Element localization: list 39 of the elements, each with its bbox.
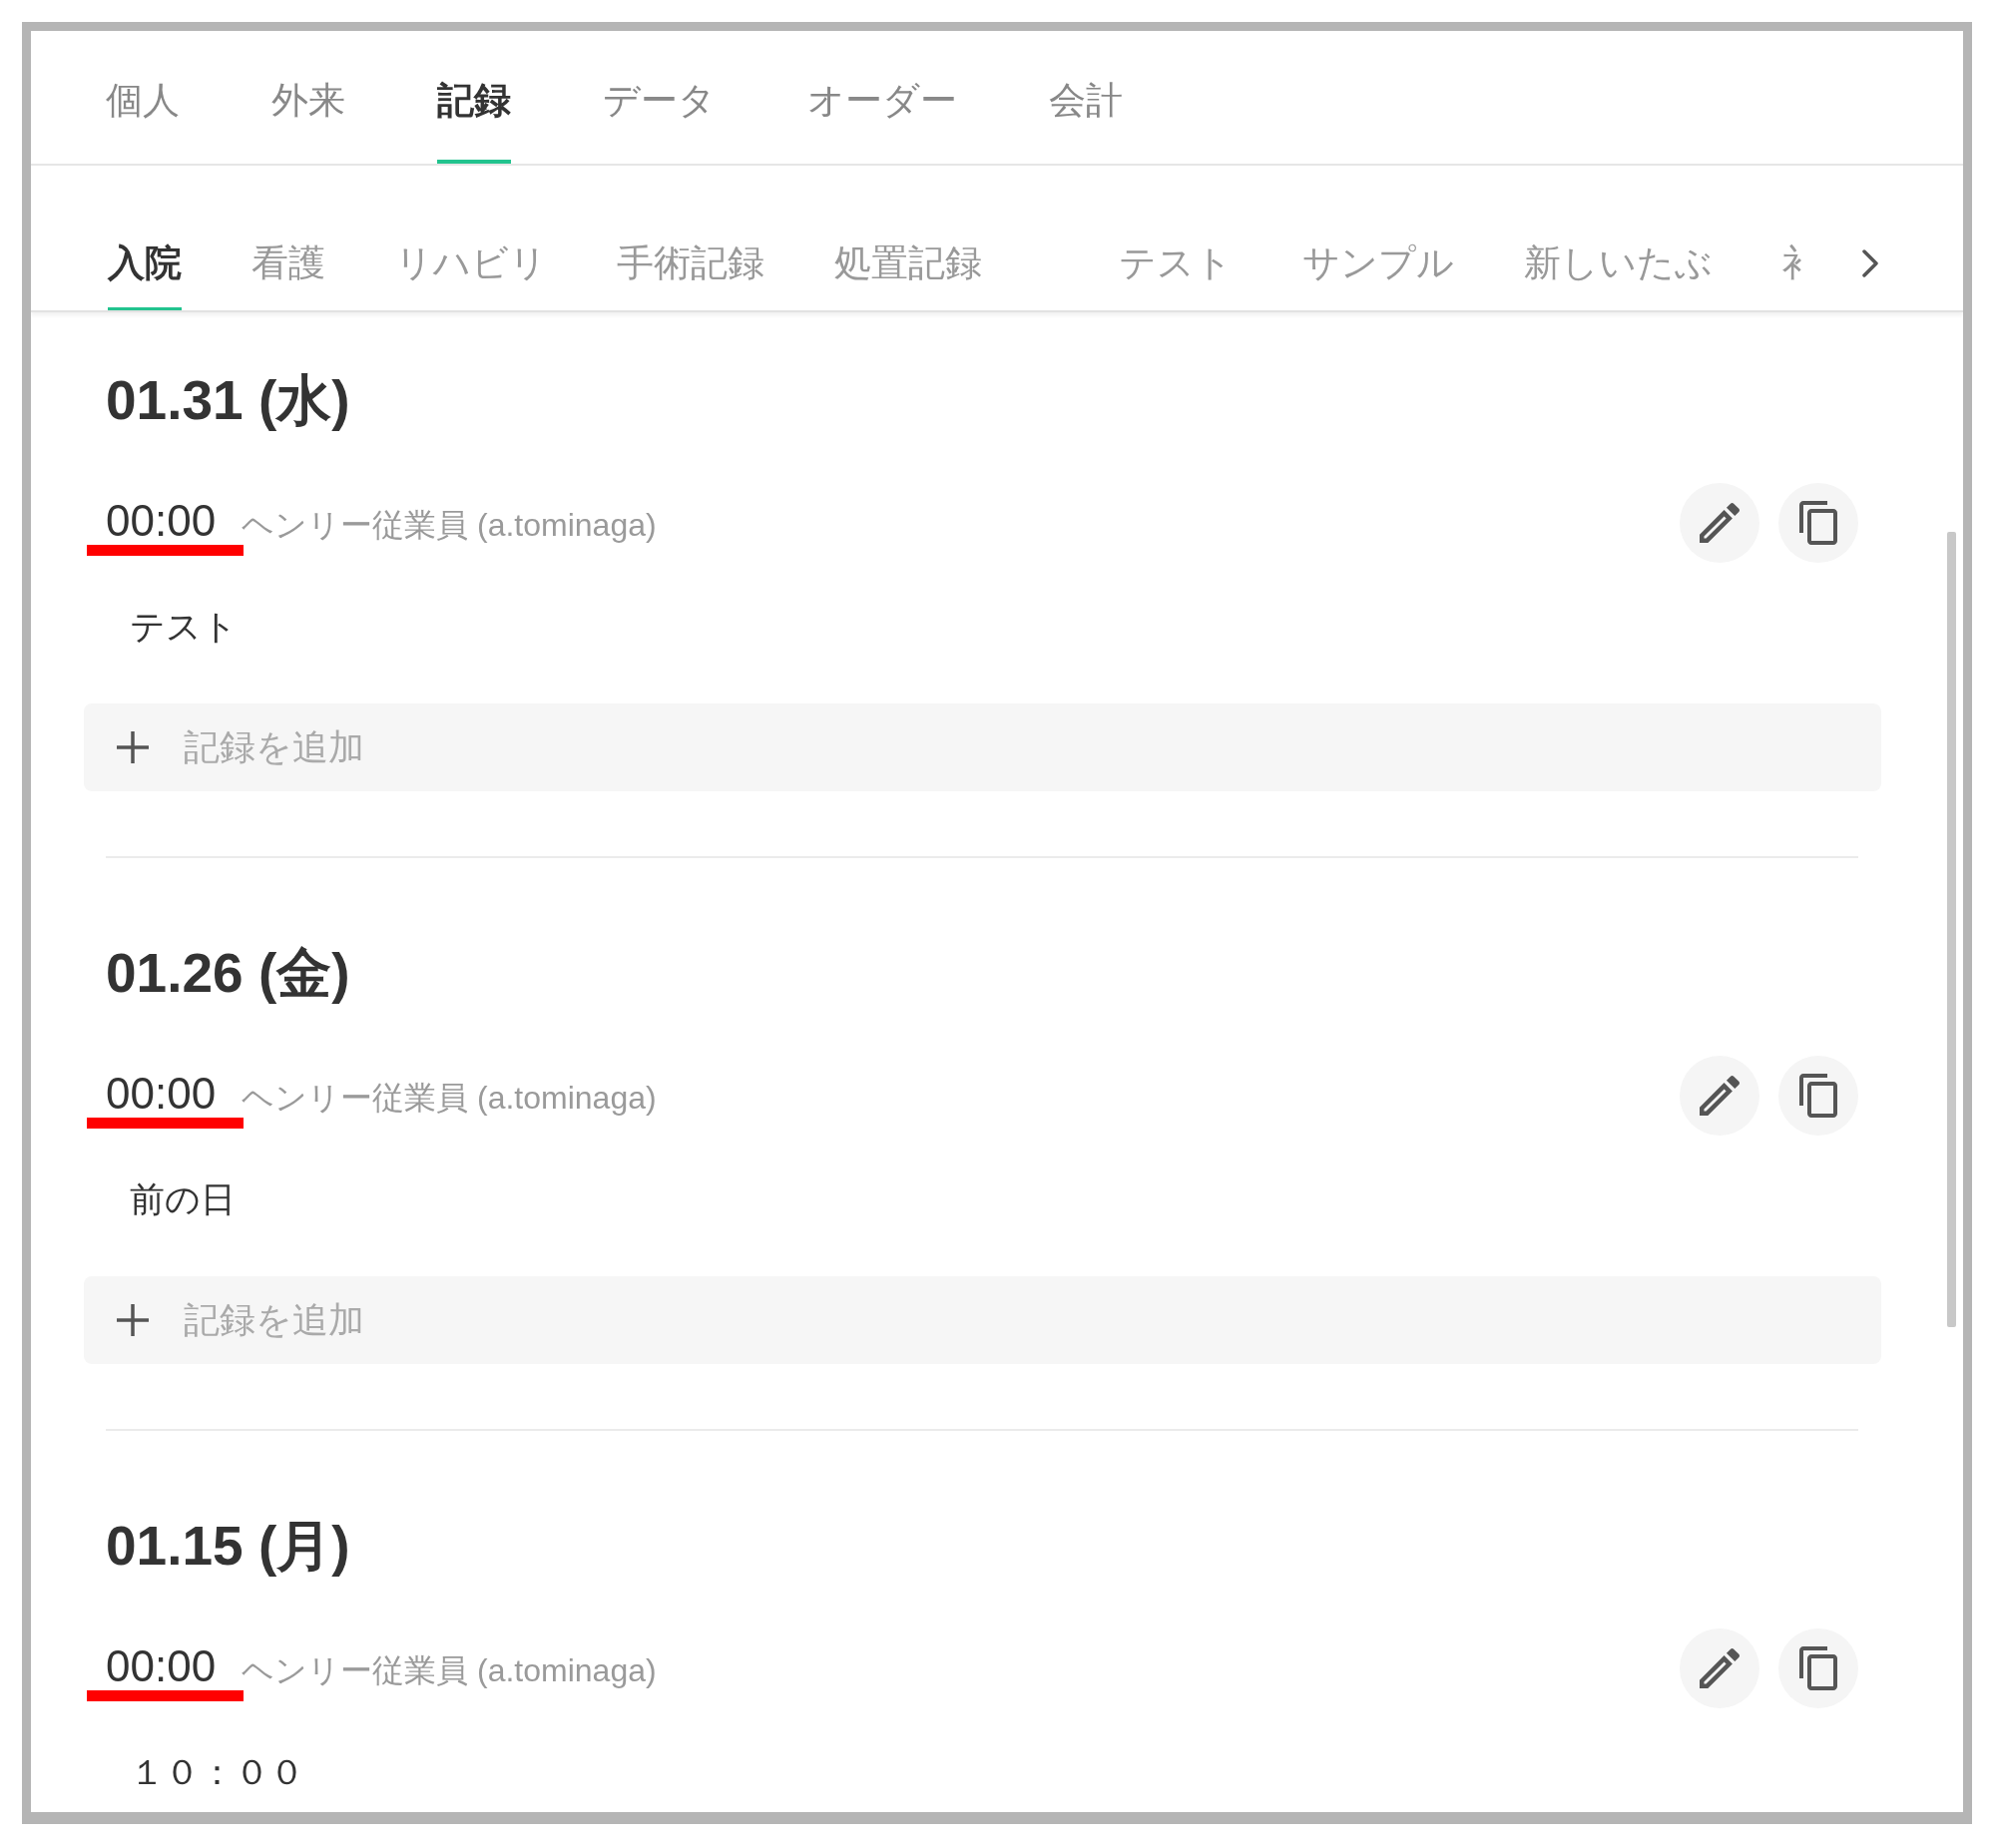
tab[interactable]: 看護 bbox=[251, 241, 325, 310]
tab[interactable]: 会計 bbox=[1049, 42, 1123, 164]
record-text: １０：００ bbox=[130, 1751, 304, 1793]
copy-icon bbox=[1799, 1646, 1837, 1690]
tab[interactable]: データ bbox=[603, 42, 716, 164]
tab[interactable]: 手術記録 bbox=[617, 241, 764, 310]
tab[interactable]: オーダー bbox=[807, 42, 957, 164]
date-heading: 01.31 (水) bbox=[106, 370, 350, 430]
record-time: 00:00 bbox=[106, 497, 217, 545]
date-heading: 01.15 (月) bbox=[106, 1516, 350, 1576]
add-record-button[interactable]: 記録を追加 bbox=[84, 1276, 1881, 1364]
tab[interactable]: 外来 bbox=[271, 42, 345, 164]
record-author: ヘンリー従業員 (a.tominaga) bbox=[242, 1651, 657, 1690]
chevron-right-icon bbox=[1861, 248, 1879, 278]
tab[interactable]: 記録 bbox=[437, 42, 511, 164]
record-time: 00:00 bbox=[106, 1070, 217, 1118]
pencil-icon bbox=[1700, 1648, 1740, 1688]
record-text: 前の日 bbox=[130, 1178, 236, 1220]
tab[interactable]: サンプル bbox=[1302, 241, 1454, 310]
tab[interactable]: 衤 bbox=[1782, 241, 1819, 310]
record-text: テスト bbox=[130, 606, 238, 648]
record-author: ヘンリー従業員 (a.tominaga) bbox=[242, 1079, 657, 1118]
tab[interactable]: 個人 bbox=[106, 42, 180, 164]
tab[interactable]: 処置記録 bbox=[834, 241, 982, 310]
pencil-icon bbox=[1700, 503, 1740, 543]
tab[interactable]: テスト bbox=[1119, 241, 1233, 310]
tab[interactable]: 入院 bbox=[108, 241, 182, 310]
tab[interactable]: 新しいたぶ bbox=[1524, 241, 1713, 310]
copy-icon bbox=[1799, 1074, 1837, 1118]
record-time: 00:00 bbox=[106, 1642, 217, 1690]
scrollbar-thumb[interactable] bbox=[1947, 532, 1956, 1327]
pencil-icon bbox=[1700, 1076, 1740, 1116]
record-author: ヘンリー従業員 (a.tominaga) bbox=[242, 506, 657, 545]
plus-icon bbox=[117, 1304, 149, 1336]
plus-icon bbox=[117, 731, 149, 763]
tab[interactable]: リハビリ bbox=[395, 241, 547, 310]
date-heading: 01.26 (金) bbox=[106, 943, 350, 1003]
copy-icon bbox=[1799, 501, 1837, 545]
add-record-button[interactable]: 記録を追加 bbox=[84, 703, 1881, 791]
